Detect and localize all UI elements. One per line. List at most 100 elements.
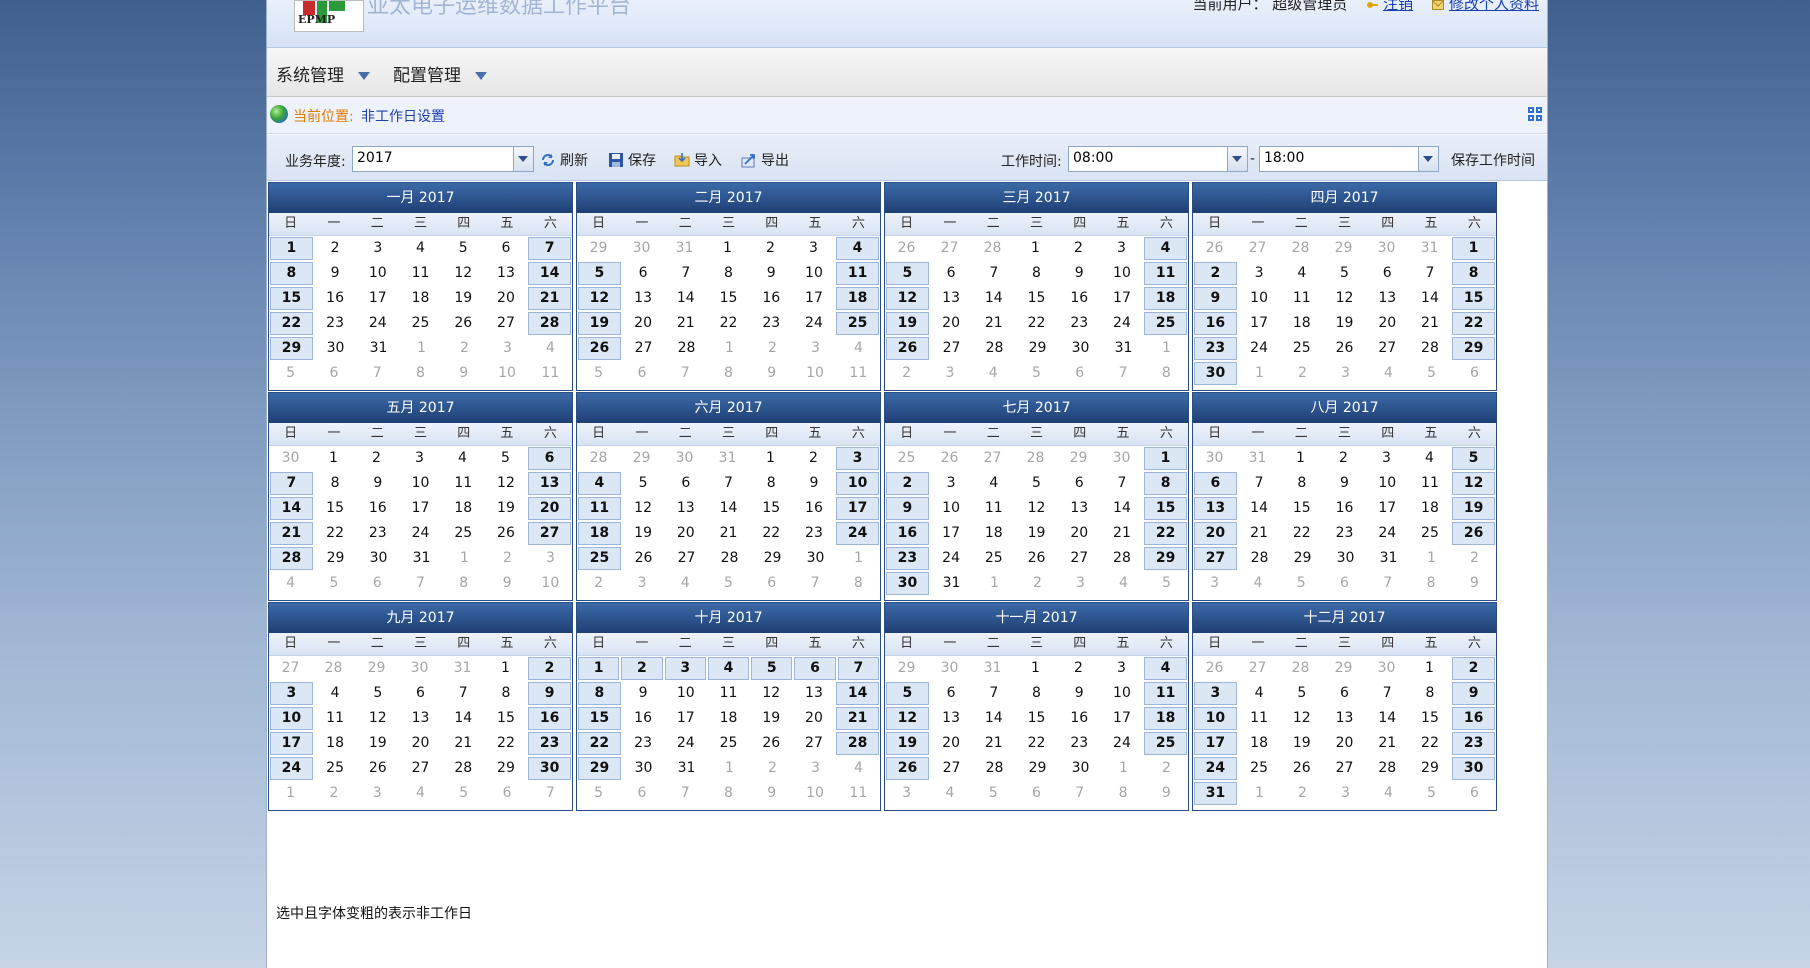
save-worktime-button[interactable]: 保存工作时间 (1451, 150, 1535, 170)
day-cell[interactable]: 25 (1144, 732, 1188, 755)
day-cell[interactable]: 6 (1059, 362, 1100, 385)
day-cell[interactable]: 14 (443, 707, 484, 730)
day-cell[interactable]: 1 (974, 572, 1015, 595)
day-cell[interactable]: 11 (1144, 262, 1188, 285)
day-cell[interactable]: 4 (1144, 657, 1187, 680)
day-cell[interactable]: 1 (270, 782, 311, 805)
day-cell[interactable]: 18 (1281, 312, 1322, 335)
day-cell[interactable]: 9 (886, 497, 929, 520)
day-cell[interactable]: 5 (973, 782, 1014, 805)
day-cell[interactable]: 20 (665, 522, 706, 545)
day-cell[interactable]: 6 (486, 237, 527, 260)
day-cell[interactable]: 17 (931, 522, 972, 545)
day-cell[interactable]: 1 (1452, 237, 1495, 260)
day-cell[interactable]: 4 (973, 472, 1014, 495)
day-cell[interactable]: 18 (1410, 497, 1451, 520)
day-cell[interactable]: 1 (444, 547, 485, 570)
day-cell[interactable]: 7 (1102, 362, 1143, 385)
day-cell[interactable]: 31 (664, 237, 705, 260)
day-cell[interactable]: 7 (1059, 782, 1100, 805)
day-cell[interactable]: 29 (1323, 657, 1364, 680)
day-cell[interactable]: 22 (1016, 732, 1057, 755)
day-cell[interactable]: 31 (1368, 547, 1409, 570)
day-cell[interactable]: 29 (1410, 757, 1451, 780)
day-cell[interactable]: 3 (1101, 237, 1142, 260)
day-cell[interactable]: 5 (1411, 362, 1452, 385)
day-cell[interactable]: 10 (357, 262, 398, 285)
day-cell[interactable]: 13 (931, 707, 972, 730)
day-cell[interactable]: 30 (1194, 362, 1237, 385)
day-cell[interactable]: 5 (485, 447, 526, 470)
day-cell[interactable]: 15 (751, 497, 792, 520)
day-cell[interactable]: 3 (793, 237, 834, 260)
day-cell[interactable]: 8 (315, 472, 356, 495)
day-cell[interactable]: 30 (929, 657, 970, 680)
day-cell[interactable]: 12 (443, 262, 484, 285)
day-cell[interactable]: 29 (1017, 337, 1058, 360)
day-cell[interactable]: 7 (1102, 472, 1143, 495)
day-cell[interactable]: 12 (1016, 497, 1057, 520)
day-cell[interactable]: 4 (836, 237, 879, 260)
day-cell[interactable]: 10 (836, 472, 880, 495)
day-cell[interactable]: 27 (1194, 547, 1237, 570)
day-cell[interactable]: 31 (1103, 337, 1144, 360)
day-cell[interactable]: 18 (443, 497, 484, 520)
day-cell[interactable]: 3 (530, 547, 571, 570)
logout-link[interactable]: 注销 (1383, 0, 1413, 13)
day-cell[interactable]: 5 (357, 682, 398, 705)
day-cell[interactable]: 20 (528, 497, 572, 520)
day-cell[interactable]: 19 (886, 312, 929, 335)
day-cell[interactable]: 7 (1410, 262, 1451, 285)
chevron-down-icon[interactable] (1418, 147, 1438, 171)
day-cell[interactable]: 6 (751, 572, 792, 595)
day-cell[interactable]: 17 (270, 732, 313, 755)
day-cell[interactable]: 30 (1452, 757, 1496, 780)
day-cell[interactable]: 5 (1016, 472, 1057, 495)
day-cell[interactable]: 23 (623, 732, 664, 755)
day-cell[interactable]: 16 (1324, 497, 1365, 520)
day-cell[interactable]: 27 (623, 337, 664, 360)
day-cell[interactable]: 28 (1015, 447, 1056, 470)
day-cell[interactable]: 25 (886, 447, 927, 470)
day-cell[interactable]: 5 (1411, 782, 1452, 805)
export-button[interactable]: 导出 (741, 150, 789, 170)
day-cell[interactable]: 19 (751, 707, 792, 730)
day-cell[interactable]: 1 (709, 337, 750, 360)
day-cell[interactable]: 26 (1452, 522, 1496, 545)
day-cell[interactable]: 30 (528, 757, 572, 780)
day-cell[interactable]: 3 (621, 572, 662, 595)
day-cell[interactable]: 9 (357, 472, 398, 495)
day-cell[interactable]: 30 (358, 547, 399, 570)
day-cell[interactable]: 21 (1410, 312, 1451, 335)
day-cell[interactable]: 9 (794, 472, 835, 495)
day-cell[interactable]: 1 (707, 237, 748, 260)
day-cell[interactable]: 26 (623, 547, 664, 570)
day-cell[interactable]: 9 (443, 362, 484, 385)
import-button[interactable]: 导入 (674, 150, 722, 170)
day-cell[interactable]: 23 (794, 522, 835, 545)
day-cell[interactable]: 4 (1368, 782, 1409, 805)
day-cell[interactable]: 9 (1452, 682, 1496, 705)
day-cell[interactable]: 8 (486, 682, 527, 705)
day-cell[interactable]: 26 (486, 522, 527, 545)
day-cell[interactable]: 2 (621, 657, 663, 680)
day-cell[interactable]: 31 (1194, 782, 1237, 805)
day-cell[interactable]: 27 (929, 237, 970, 260)
day-cell[interactable]: 25 (443, 522, 484, 545)
day-cell[interactable]: 30 (1060, 757, 1101, 780)
day-cell[interactable]: 23 (751, 312, 792, 335)
day-cell[interactable]: 6 (400, 682, 441, 705)
day-cell[interactable]: 3 (1194, 572, 1235, 595)
day-cell[interactable]: 29 (578, 757, 621, 780)
day-cell[interactable]: 28 (1280, 237, 1321, 260)
day-cell[interactable]: 11 (838, 782, 879, 805)
day-cell[interactable]: 13 (486, 262, 527, 285)
day-cell[interactable]: 6 (623, 262, 664, 285)
day-cell[interactable]: 1 (1239, 362, 1280, 385)
day-cell[interactable]: 15 (1410, 707, 1451, 730)
day-cell[interactable]: 10 (270, 707, 313, 730)
day-cell[interactable]: 5 (1324, 262, 1365, 285)
day-cell[interactable]: 4 (315, 682, 356, 705)
day-cell[interactable]: 15 (270, 287, 313, 310)
day-cell[interactable]: 25 (578, 547, 621, 570)
